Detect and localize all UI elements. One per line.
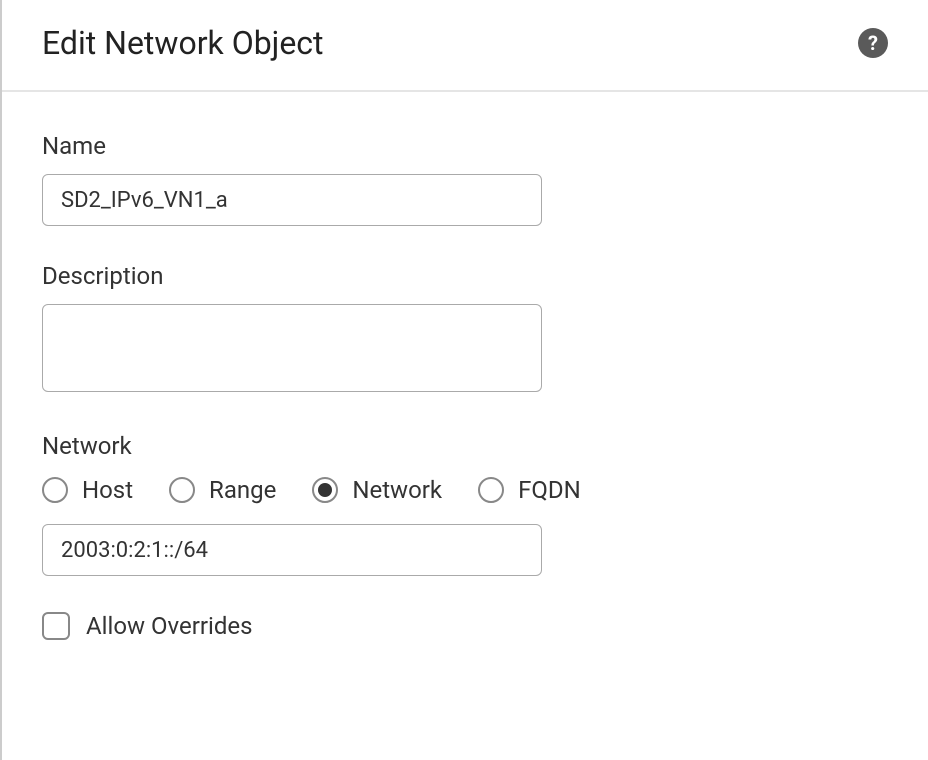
help-icon[interactable]: ?: [858, 28, 888, 58]
network-value-input[interactable]: [42, 524, 542, 576]
allow-overrides-label: Allow Overrides: [86, 612, 252, 640]
name-group: Name: [42, 132, 888, 226]
allow-overrides-checkbox[interactable]: Allow Overrides: [42, 612, 888, 640]
checkbox-box-icon: [42, 612, 70, 640]
network-group: Network Host Range Network FQDN: [42, 432, 888, 576]
description-group: Description: [42, 262, 888, 396]
radio-label-fqdn: FQDN: [518, 476, 581, 504]
network-label: Network: [42, 432, 888, 460]
radio-label-range: Range: [209, 476, 276, 504]
radio-circle-icon: [169, 477, 195, 503]
dialog-header: Edit Network Object ?: [2, 0, 928, 92]
help-glyph: ?: [868, 31, 878, 55]
radio-option-fqdn[interactable]: FQDN: [478, 476, 581, 504]
radio-option-range[interactable]: Range: [169, 476, 276, 504]
radio-label-host: Host: [82, 476, 133, 504]
radio-circle-icon: [478, 477, 504, 503]
dialog-title: Edit Network Object: [42, 24, 324, 62]
description-input[interactable]: [42, 304, 542, 392]
name-label: Name: [42, 132, 888, 160]
dialog-body: Name Description Network Host Range Netw…: [2, 92, 928, 660]
radio-option-host[interactable]: Host: [42, 476, 133, 504]
network-type-radio-group: Host Range Network FQDN: [42, 476, 888, 504]
radio-circle-icon: [312, 477, 338, 503]
radio-label-network: Network: [352, 476, 442, 504]
radio-option-network[interactable]: Network: [312, 476, 442, 504]
description-label: Description: [42, 262, 888, 290]
name-input[interactable]: [42, 174, 542, 226]
radio-circle-icon: [42, 477, 68, 503]
